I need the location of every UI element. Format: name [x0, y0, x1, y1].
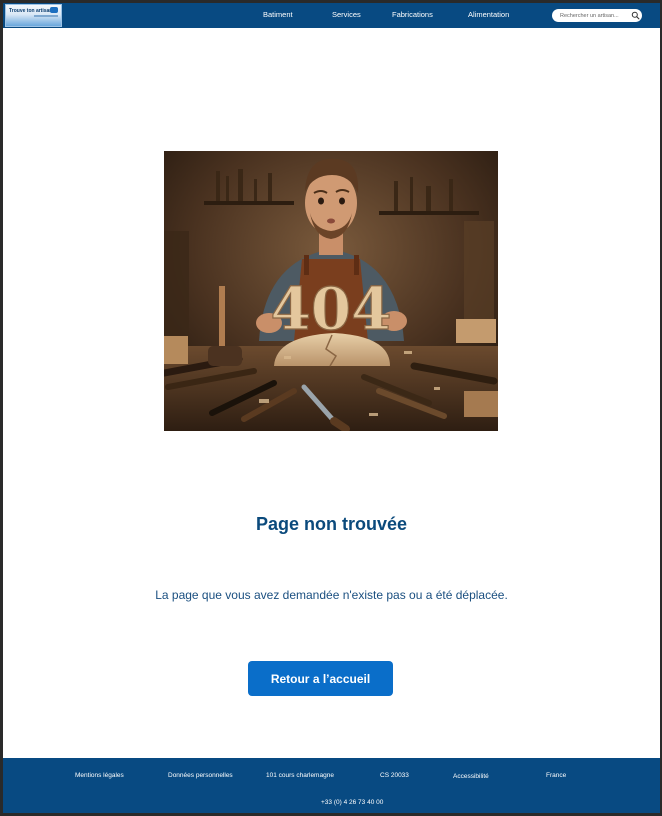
page-title: Page non trouvée: [255, 514, 408, 534]
carpenter-404-illustration: 404: [164, 151, 498, 431]
nav-link-alimentation[interactable]: Alimentation: [468, 10, 509, 19]
site-header: Trouve ton artisan ! Batiment Services F…: [3, 3, 660, 28]
back-home-button[interactable]: Retour a l’accueil: [248, 661, 393, 696]
footer-link-legal[interactable]: Mentions légales: [75, 772, 124, 779]
error-message: La page que vous avez demandée n'existe …: [155, 588, 508, 602]
footer-address: 101 cours charlemagne: [266, 772, 334, 779]
search-box: [552, 9, 642, 22]
site-footer: Mentions légales Données personnelles 10…: [3, 758, 660, 813]
search-icon[interactable]: [631, 11, 640, 20]
search-input[interactable]: [560, 11, 628, 20]
footer-link-privacy[interactable]: Données personnelles: [168, 772, 233, 779]
hero-image: 404: [164, 151, 498, 431]
nav-link-fabrications[interactable]: Fabrications: [392, 10, 433, 19]
footer-postal-box: CS 20033: [380, 772, 409, 779]
logo-underline: [34, 15, 58, 17]
nav-link-services[interactable]: Services: [332, 10, 361, 19]
footer-phone: +33 (0) 4 26 73 40 00: [321, 799, 384, 806]
hero-404-text: 404: [270, 275, 391, 343]
nav-link-batiment[interactable]: Batiment: [263, 10, 293, 19]
logo-text: Trouve ton artisan !: [9, 8, 56, 14]
logo-mark-icon: [50, 7, 58, 13]
site-logo[interactable]: Trouve ton artisan !: [5, 4, 62, 27]
footer-link-accessibility[interactable]: Accessibilité: [453, 773, 489, 780]
page: Trouve ton artisan ! Batiment Services F…: [3, 3, 660, 813]
footer-country: France: [546, 772, 567, 779]
